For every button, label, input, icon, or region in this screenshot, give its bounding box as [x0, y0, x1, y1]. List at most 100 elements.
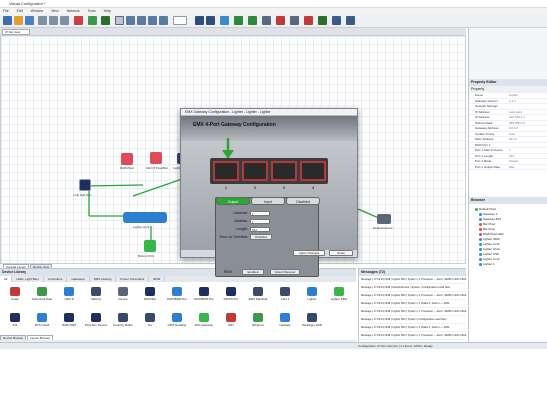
message-row[interactable]: Message | 17:03:24 2018 | Lighter 8X2 | … [359, 316, 466, 324]
library-device[interactable]: Paradigm ADR [299, 313, 325, 327]
property-value[interactable]: 00:1A [509, 137, 547, 142]
library-device[interactable]: IO4 [2, 313, 28, 327]
library-device[interactable]: CEOxix [83, 287, 109, 301]
device-icon[interactable] [262, 16, 271, 25]
library-device[interactable]: RTS Install [29, 313, 55, 327]
cut-icon[interactable] [38, 16, 47, 25]
library-category-tab[interactable]: Power Controllers [116, 276, 150, 282]
download-icon[interactable] [248, 16, 257, 25]
network-icon[interactable] [220, 16, 229, 25]
rgb-pixel-node[interactable] [121, 153, 133, 165]
zoom-level-field[interactable] [173, 16, 187, 25]
library-category-tab[interactable]: LEDs, Light Bars [12, 276, 44, 282]
lighter-conf-node[interactable] [123, 212, 167, 223]
grid-icon[interactable] [115, 16, 124, 25]
zoom-out-icon[interactable] [137, 16, 146, 25]
property-value[interactable]: Auto [509, 132, 547, 137]
ceo-pixel-node[interactable] [150, 152, 162, 164]
library-device[interactable]: Lighter [299, 287, 325, 301]
message-row[interactable]: Message | 17:03:24 2018 | Lighter 8X2 | … [359, 292, 466, 300]
library-device[interactable]: EMX Manifold [245, 287, 271, 301]
property-value[interactable] [509, 104, 547, 109]
library-device[interactable]: Ethernet [245, 313, 271, 327]
library-category-tab[interactable]: All [0, 276, 13, 282]
copy-icon[interactable] [49, 16, 58, 25]
port-4[interactable] [300, 161, 326, 181]
library-device[interactable]: DMX/8000 Pro [164, 287, 190, 301]
property-value[interactable]: 192.168.1.1 [509, 115, 547, 120]
property-row[interactable]: Port 1 Output Rate Max [469, 165, 547, 170]
message-row[interactable]: Message | 17:03:24 2018 | Lighter 8X2 | … [359, 276, 466, 284]
length-field[interactable]: 512 [250, 227, 270, 232]
alert-icon[interactable] [304, 16, 313, 25]
connect-icon[interactable] [88, 16, 97, 25]
upload-icon[interactable] [234, 16, 243, 25]
library-device[interactable]: Lighter PRO [326, 287, 352, 301]
tab-input[interactable]: Input [251, 197, 285, 205]
close-button[interactable]: Close [329, 250, 353, 256]
library-device[interactable]: Cosel [2, 287, 28, 301]
library-device[interactable]: CEO 8 [56, 287, 82, 301]
info-icon[interactable] [346, 16, 355, 25]
message-row[interactable]: Message | 17:03:24 2018 | Default Device… [359, 284, 466, 292]
zoom-fit-icon[interactable] [148, 16, 157, 25]
property-value[interactable]: Lighter [509, 93, 547, 98]
rdm-enable-button[interactable]: Enabled [242, 269, 264, 275]
tab-disabled[interactable]: Disabled [286, 197, 320, 205]
run-icon[interactable] [318, 16, 327, 25]
library-device[interactable]: LAN 1 [272, 287, 298, 301]
library-device[interactable]: CyberLink Palo [29, 287, 55, 301]
library-device[interactable]: DMX/6 Pro [218, 287, 244, 301]
library-device[interactable]: Foundry Bulbs [110, 313, 136, 327]
message-row[interactable]: Message | 17:03:24 2018 | Lighter 8X2 | … [359, 332, 466, 340]
rdm-discover-button[interactable]: Select Discover [270, 269, 300, 275]
port-2[interactable] [242, 161, 268, 181]
align-icon[interactable] [206, 16, 215, 25]
settings-icon[interactable] [290, 16, 299, 25]
port-1[interactable] [213, 161, 239, 181]
library-device[interactable]: DMX Heading [164, 313, 190, 327]
open-icon[interactable] [14, 16, 23, 25]
stop-icon[interactable] [276, 16, 285, 25]
library-category-tab[interactable]: Controllers [44, 276, 68, 282]
library-category-tab[interactable]: RDM [149, 276, 166, 282]
library-device[interactable]: Go [137, 313, 163, 327]
message-row[interactable]: Message | 17:03:24 2018 | Lighter 8X2 | … [359, 300, 466, 308]
library-device[interactable]: Device [110, 287, 136, 301]
address-field[interactable]: 1 [250, 219, 270, 224]
library-device[interactable]: Pixel Ext. Device [83, 313, 109, 327]
zoom-select-icon[interactable] [159, 16, 168, 25]
button-doc-node[interactable] [144, 240, 156, 252]
zoom-in-icon[interactable] [126, 16, 135, 25]
message-row[interactable]: Message | 17:03:24 2018 | Lighter 8X2 | … [359, 308, 466, 316]
property-value[interactable]: Output [509, 159, 547, 164]
delete-icon[interactable] [74, 16, 83, 25]
new-icon[interactable] [3, 16, 12, 25]
library-category-tab[interactable]: Gateways [67, 276, 90, 282]
library-device[interactable]: RGB 2000 [56, 313, 82, 327]
property-value[interactable]: 1 [509, 148, 547, 153]
port-3[interactable] [271, 161, 297, 181]
library-device[interactable]: NetGate [272, 313, 298, 327]
apply-changes-button[interactable]: Apply Changes [293, 250, 325, 256]
hub-node[interactable] [79, 179, 91, 191]
property-value[interactable]: 0.0.0.0 [509, 126, 547, 131]
message-row[interactable]: Message | 17:03:24 2018 | Lighter 8X2 | … [359, 324, 466, 332]
save-icon[interactable] [25, 16, 34, 25]
property-value[interactable] [509, 143, 547, 148]
library-category-tab[interactable]: DMX Hosting [90, 276, 117, 282]
tab-output[interactable]: Output [216, 197, 250, 205]
property-value[interactable]: 1.3.4 [509, 99, 547, 104]
browser-tree-item[interactable]: Lighter 1 [475, 262, 547, 267]
library-device[interactable]: DIO Gateway [191, 313, 217, 327]
monitor-icon[interactable] [332, 16, 341, 25]
layout-icon[interactable] [195, 16, 204, 25]
property-value[interactable]: 512 [509, 154, 547, 159]
library-device[interactable]: Mini [218, 313, 244, 327]
paste-icon[interactable] [60, 16, 69, 25]
library-device[interactable]: DMX Bar [137, 287, 163, 301]
property-value[interactable]: Automatic [509, 110, 547, 115]
error-overflow-button[interactable]: Disabled [250, 234, 272, 240]
default-device-node[interactable] [377, 214, 391, 224]
library-device[interactable]: DMX/8000 Pro [191, 287, 217, 301]
